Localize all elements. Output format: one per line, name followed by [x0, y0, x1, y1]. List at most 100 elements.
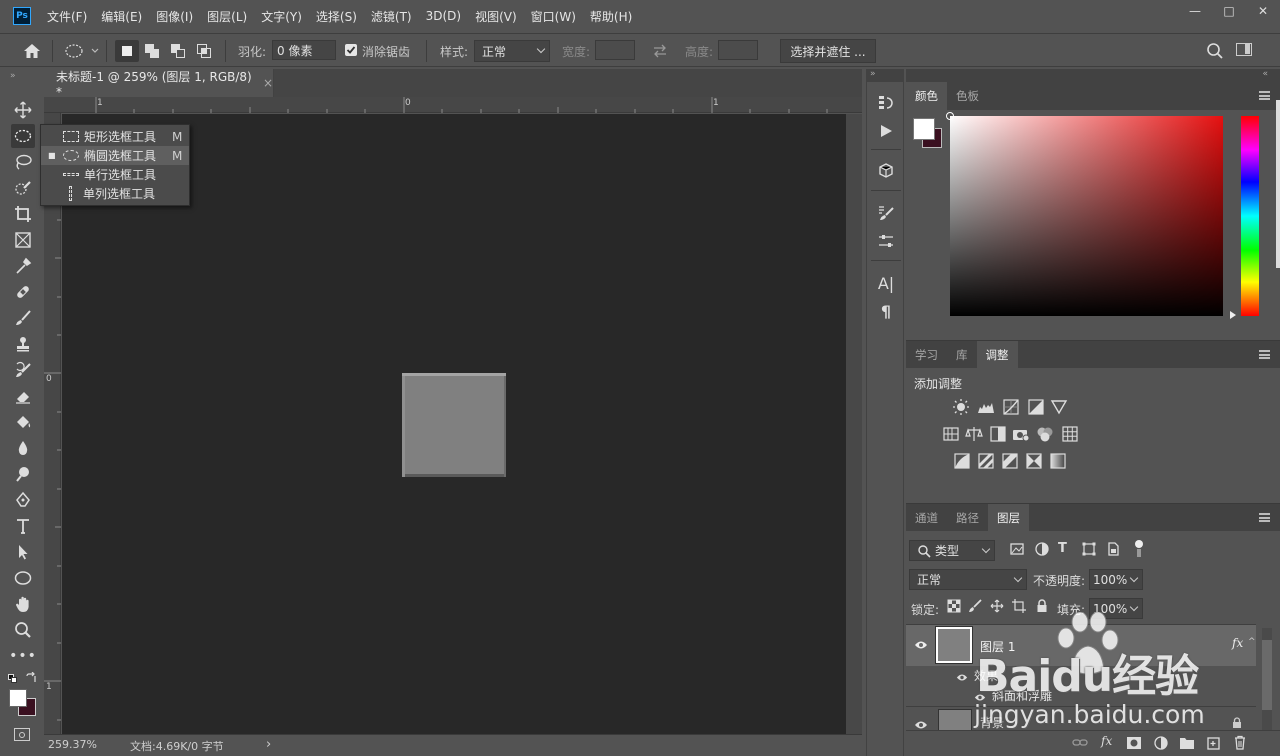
filter-pixel-layers-icon[interactable]: [1009, 541, 1027, 559]
flyout-item-ellipse-marquee[interactable]: ■ 椭圆选框工具 M: [41, 146, 189, 165]
vertical-scrollbar[interactable]: [846, 114, 862, 734]
elliptical-marquee-tool-icon[interactable]: [11, 124, 35, 148]
document-canvas[interactable]: [62, 114, 846, 734]
antialias-checkbox[interactable]: [345, 44, 357, 56]
brush-tool-icon[interactable]: [11, 306, 35, 330]
height-input[interactable]: [718, 40, 758, 60]
add-layer-mask-icon[interactable]: [1126, 736, 1144, 754]
history-brush-tool-icon[interactable]: [11, 358, 35, 382]
hand-tool-icon[interactable]: [11, 592, 35, 616]
menu-file[interactable]: 文件(F): [47, 8, 87, 25]
black-white-icon[interactable]: [989, 425, 1007, 443]
tab-color[interactable]: 颜色: [906, 82, 947, 110]
healing-brush-tool-icon[interactable]: [11, 280, 35, 304]
style-select[interactable]: 正常: [474, 40, 550, 62]
close-tab-icon[interactable]: ×: [263, 76, 273, 90]
panel-menu-icon[interactable]: [1259, 91, 1270, 100]
close-button[interactable]: ✕: [1246, 0, 1280, 22]
eraser-tool-icon[interactable]: [11, 384, 35, 408]
color-foreground-swatch[interactable]: [913, 118, 935, 140]
quick-selection-tool-icon[interactable]: [11, 176, 35, 200]
collapse-toolbar-icon[interactable]: »: [10, 71, 16, 81]
lasso-tool-icon[interactable]: [11, 150, 35, 174]
dodge-tool-icon[interactable]: [11, 462, 35, 486]
lock-image-pixels-icon[interactable]: [968, 599, 986, 617]
tab-swatches[interactable]: 色板: [947, 82, 988, 110]
tab-adjustments[interactable]: 调整: [976, 341, 1018, 369]
tab-channels[interactable]: 通道: [906, 504, 947, 532]
menu-3d[interactable]: 3D(D): [426, 9, 461, 23]
link-layers-icon[interactable]: [1072, 736, 1090, 754]
curves-icon[interactable]: [1002, 398, 1020, 416]
ellipse-shape-tool-icon[interactable]: [11, 566, 35, 590]
collapse-effects-icon[interactable]: ^: [1248, 637, 1256, 647]
color-balance-icon[interactable]: [965, 425, 983, 443]
collapse-panels-icon[interactable]: «: [906, 69, 1280, 82]
width-input[interactable]: [595, 40, 635, 60]
document-tab[interactable]: 未标题-1 @ 259% (图层 1, RGB/8) * ×: [44, 69, 274, 99]
menu-type[interactable]: 文字(Y): [261, 8, 302, 25]
layer-shape-square[interactable]: [402, 373, 506, 477]
path-selection-tool-icon[interactable]: [11, 540, 35, 564]
pen-tool-icon[interactable]: [11, 488, 35, 512]
crop-tool-icon[interactable]: [11, 202, 35, 226]
menu-window[interactable]: 窗口(W): [531, 8, 576, 25]
posterize-icon[interactable]: [977, 452, 995, 470]
layer-name[interactable]: 背景: [980, 714, 1004, 731]
photo-filter-icon[interactable]: [1012, 425, 1030, 443]
move-tool-icon[interactable]: [11, 98, 35, 122]
color-field[interactable]: [946, 112, 1223, 316]
eyedropper-tool-icon[interactable]: [11, 254, 35, 278]
menu-filter[interactable]: 滤镜(T): [371, 8, 412, 25]
history-panel-icon[interactable]: [875, 92, 897, 114]
collapse-strip-icon[interactable]: »: [866, 69, 904, 82]
default-colors-icon[interactable]: [8, 674, 18, 684]
tab-learn[interactable]: 学习: [906, 341, 947, 369]
actions-play-icon[interactable]: [875, 120, 897, 142]
vibrance-icon[interactable]: [1050, 398, 1068, 416]
frame-tool-icon[interactable]: [11, 228, 35, 252]
filter-adjustment-layers-icon[interactable]: [1034, 541, 1052, 559]
gradient-map-icon[interactable]: [1049, 452, 1067, 470]
search-icon[interactable]: [1206, 42, 1224, 60]
opacity-input[interactable]: 100%: [1089, 569, 1143, 590]
visibility-eye-icon[interactable]: [914, 719, 928, 729]
workspace-icon[interactable]: [1236, 43, 1254, 59]
blend-mode-select[interactable]: 正常: [909, 569, 1027, 590]
visibility-eye-icon[interactable]: [974, 691, 986, 701]
tool-preset-picker[interactable]: [64, 42, 100, 60]
menu-view[interactable]: 视图(V): [475, 8, 517, 25]
new-layer-icon[interactable]: [1206, 736, 1224, 754]
character-panel-icon[interactable]: A|: [875, 272, 897, 294]
selective-color-icon[interactable]: [1025, 452, 1043, 470]
lock-artboard-icon[interactable]: [1012, 599, 1030, 617]
new-selection-mode-icon[interactable]: [115, 40, 139, 62]
tab-layers[interactable]: 图层: [988, 504, 1029, 532]
panel-menu-icon[interactable]: [1259, 513, 1270, 522]
lock-all-icon[interactable]: [1035, 599, 1053, 617]
menu-edit[interactable]: 编辑(E): [101, 8, 142, 25]
color-lookup-icon[interactable]: [1061, 425, 1079, 443]
intersect-selection-icon[interactable]: [195, 42, 213, 60]
feather-input[interactable]: 0 像素: [272, 40, 336, 60]
visibility-eye-icon[interactable]: [914, 639, 928, 649]
add-layer-style-fx-icon[interactable]: fx: [1101, 734, 1112, 748]
panel-menu-icon[interactable]: [1259, 350, 1270, 359]
hue-slider[interactable]: [1241, 116, 1259, 316]
levels-icon[interactable]: [977, 398, 995, 416]
layer-row[interactable]: 背景: [906, 706, 1256, 731]
invert-icon[interactable]: [953, 452, 971, 470]
clone-stamp-tool-icon[interactable]: [11, 332, 35, 356]
add-to-selection-icon[interactable]: [143, 42, 161, 60]
layer-name[interactable]: 图层 1: [980, 638, 1015, 655]
brush-settings-icon[interactable]: [875, 202, 897, 224]
3d-panel-icon[interactable]: [875, 160, 897, 182]
flyout-item-single-column[interactable]: 单列选框工具: [41, 184, 189, 203]
lock-position-icon[interactable]: [990, 599, 1008, 617]
layer-effects-fx-icon[interactable]: fx: [1232, 636, 1243, 650]
properties-sliders-icon[interactable]: [875, 230, 897, 252]
paint-bucket-tool-icon[interactable]: [11, 410, 35, 434]
filter-smart-objects-icon[interactable]: [1105, 541, 1123, 559]
filter-type-layers-icon[interactable]: T: [1058, 541, 1076, 559]
layers-scrollbar[interactable]: [1262, 628, 1272, 730]
